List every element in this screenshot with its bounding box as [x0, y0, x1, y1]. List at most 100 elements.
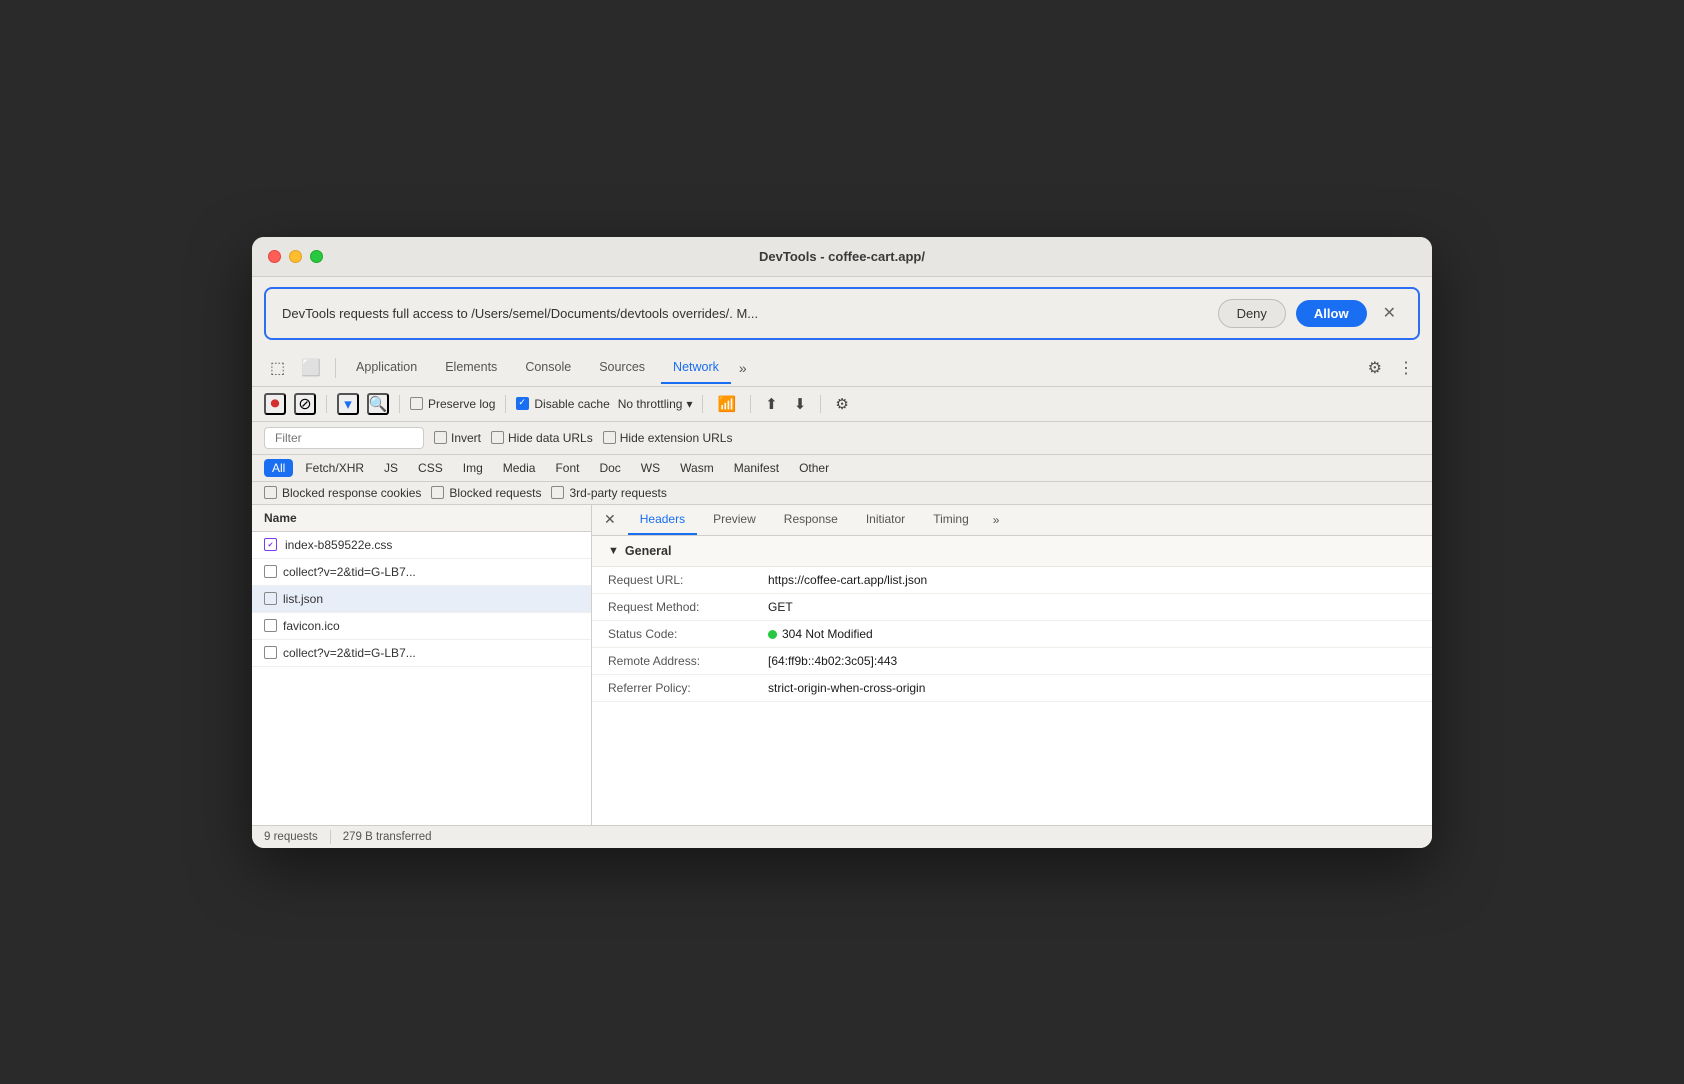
property-value: https://coffee-cart.app/list.json [768, 573, 1416, 587]
blocked-cookies-checkbox[interactable] [264, 486, 277, 499]
tab-sources[interactable]: Sources [587, 352, 657, 384]
wifi-icon[interactable]: 📶 [713, 393, 740, 415]
property-key: Request Method: [608, 600, 768, 614]
toolbar-separator-5 [750, 395, 751, 413]
throttling-dropdown[interactable]: No throttling ▾ [618, 397, 693, 411]
property-key: Remote Address: [608, 654, 768, 668]
toolbar-separator-2 [399, 395, 400, 413]
third-party-option[interactable]: 3rd-party requests [551, 486, 666, 500]
preserve-log-checkbox[interactable] [410, 397, 423, 410]
file-item[interactable]: collect?v=2&tid=G-LB7... [252, 640, 591, 667]
invert-filter-option[interactable]: Invert [434, 431, 481, 445]
filter-input[interactable] [264, 427, 424, 449]
hide-extension-urls-checkbox[interactable] [603, 431, 616, 444]
property-row: Referrer Policy:strict-origin-when-cross… [592, 675, 1432, 702]
details-tab-initiator[interactable]: Initiator [854, 505, 917, 535]
tab-network[interactable]: Network [661, 352, 731, 384]
invert-checkbox[interactable] [434, 431, 447, 444]
tab-elements[interactable]: Elements [433, 352, 509, 384]
download-icon[interactable]: ⬇ [790, 393, 811, 415]
file-name: collect?v=2&tid=G-LB7... [283, 565, 416, 579]
details-tab-response[interactable]: Response [772, 505, 850, 535]
details-tab-preview[interactable]: Preview [701, 505, 768, 535]
type-filter-media[interactable]: Media [495, 459, 544, 477]
requests-count: 9 requests [264, 831, 318, 843]
type-filter-fetch-xhr[interactable]: Fetch/XHR [297, 459, 372, 477]
type-filter-img[interactable]: Img [455, 459, 491, 477]
toolbar-separator-4 [702, 395, 703, 413]
toolbar-separator-1 [326, 395, 327, 413]
property-key: Status Code: [608, 627, 768, 641]
hide-data-urls-checkbox[interactable] [491, 431, 504, 444]
deny-button[interactable]: Deny [1218, 299, 1286, 328]
maximize-button[interactable] [310, 250, 323, 263]
property-value: 304 Not Modified [768, 627, 1416, 641]
type-filter-font[interactable]: Font [547, 459, 587, 477]
permission-bar: DevTools requests full access to /Users/… [264, 287, 1420, 340]
type-filter-js[interactable]: JS [376, 459, 406, 477]
throttling-chevron-icon: ▾ [686, 397, 692, 411]
type-filter-css[interactable]: CSS [410, 459, 451, 477]
window-title: DevTools - coffee-cart.app/ [759, 249, 925, 264]
type-filter-doc[interactable]: Doc [591, 459, 628, 477]
type-filter-row: AllFetch/XHRJSCSSImgMediaFontDoc WSWasmMa… [252, 455, 1432, 482]
property-row: Remote Address:[64:ff9b::4b02:3c05]:443 [592, 648, 1432, 675]
file-name: favicon.ico [283, 619, 340, 633]
general-section-header[interactable]: ▼ General [592, 536, 1432, 567]
details-more-chevron[interactable]: » [989, 509, 1004, 531]
status-bar: 9 requests 279 B transferred [252, 825, 1432, 848]
details-close-button[interactable]: ✕ [604, 507, 624, 532]
hide-data-urls-option[interactable]: Hide data URLs [491, 431, 593, 445]
type-filter-wasm[interactable]: Wasm [672, 459, 722, 477]
property-row: Status Code:304 Not Modified [592, 621, 1432, 648]
type-filter-manifest[interactable]: Manifest [726, 459, 787, 477]
stop-recording-button[interactable]: ⏺ [264, 393, 286, 415]
disable-cache-label[interactable]: Disable cache [516, 397, 609, 411]
type-filter-other[interactable]: Other [791, 459, 837, 477]
network-settings-icon[interactable]: ⚙ [831, 393, 852, 415]
disable-cache-checkbox[interactable] [516, 397, 529, 410]
type-filter-all[interactable]: All [264, 459, 293, 477]
filter-row: Invert Hide data URLs Hide extension URL… [252, 422, 1432, 455]
details-tab-headers[interactable]: Headers [628, 505, 697, 535]
settings-icon[interactable]: ⚙ [1362, 354, 1388, 382]
upload-icon[interactable]: ⬆ [761, 393, 782, 415]
clear-button[interactable]: ⊘ [294, 393, 316, 415]
properties-container: Request URL:https://coffee-cart.app/list… [592, 567, 1432, 702]
file-checkbox-icon [264, 619, 277, 632]
file-item[interactable]: collect?v=2&tid=G-LB7... [252, 559, 591, 586]
extra-filter-row: Blocked response cookies Blocked request… [252, 482, 1432, 505]
details-tab-timing[interactable]: Timing [921, 505, 981, 535]
search-icon[interactable]: 🔍 [367, 393, 389, 415]
blocked-requests-option[interactable]: Blocked requests [431, 486, 541, 500]
filter-icon[interactable]: ▾ [337, 393, 359, 415]
minimize-button[interactable] [289, 250, 302, 263]
file-list: Name ✔index-b859522e.csscollect?v=2&tid=… [252, 505, 592, 825]
blocked-cookies-option[interactable]: Blocked response cookies [264, 486, 421, 500]
main-content: Name ✔index-b859522e.csscollect?v=2&tid=… [252, 505, 1432, 825]
third-party-checkbox[interactable] [551, 486, 564, 499]
transferred-size: 279 B transferred [343, 831, 432, 843]
type-filter-ws[interactable]: WS [633, 459, 668, 477]
property-row: Request Method:GET [592, 594, 1432, 621]
file-item[interactable]: ✔index-b859522e.css [252, 532, 591, 559]
tab-console[interactable]: Console [513, 352, 583, 384]
file-item[interactable]: list.json [252, 586, 591, 613]
pointer-icon[interactable]: ⬚ [264, 350, 291, 386]
css-file-icon: ✔ [264, 538, 277, 551]
allow-button[interactable]: Allow [1296, 300, 1367, 327]
close-button[interactable] [268, 250, 281, 263]
network-toolbar: ⏺ ⊘ ▾ 🔍 Preserve log Disable cache No th… [252, 387, 1432, 422]
blocked-requests-checkbox[interactable] [431, 486, 444, 499]
tab-application[interactable]: Application [344, 352, 429, 384]
file-item[interactable]: favicon.ico [252, 613, 591, 640]
file-checkbox-icon [264, 565, 277, 578]
status-dot-icon [768, 630, 777, 639]
device-icon[interactable]: ⬜ [295, 350, 327, 386]
permission-close-button[interactable]: ✕ [1377, 301, 1402, 325]
preserve-log-label[interactable]: Preserve log [410, 397, 495, 411]
more-options-icon[interactable]: ⋮ [1392, 354, 1420, 382]
hide-extension-urls-option[interactable]: Hide extension URLs [603, 431, 733, 445]
property-key: Request URL: [608, 573, 768, 587]
tabs-more-chevron[interactable]: » [735, 356, 751, 380]
